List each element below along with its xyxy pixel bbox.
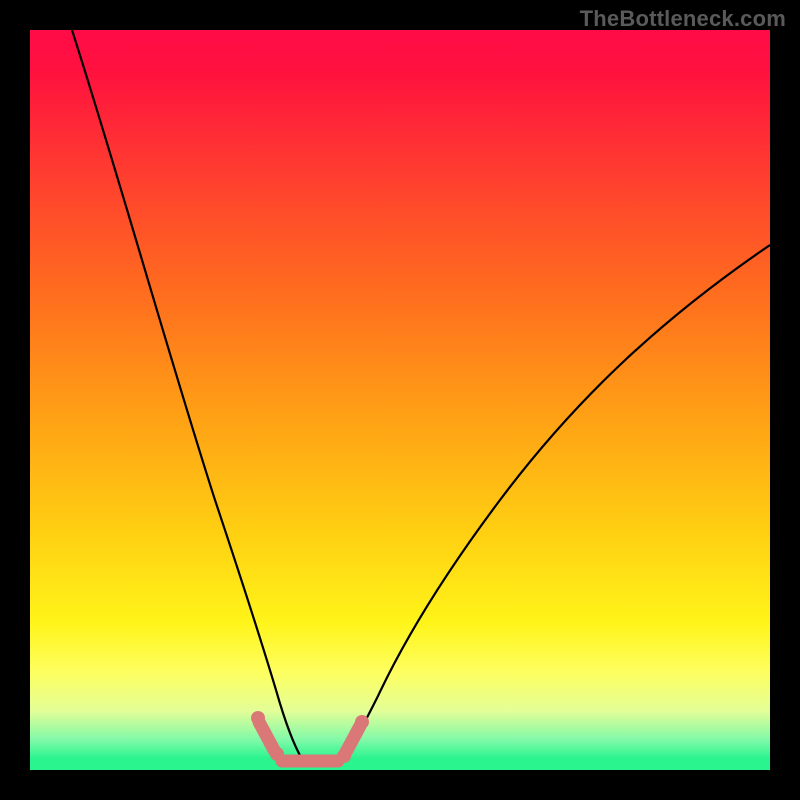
right-curve-line	[340, 245, 770, 765]
trough-left-marker	[259, 722, 274, 750]
chart-plot-area	[30, 30, 770, 770]
trough-left-dot-2	[270, 747, 284, 761]
watermark-text: TheBottleneck.com	[580, 6, 786, 32]
trough-right-dot-2	[355, 715, 369, 729]
trough-right-marker	[346, 726, 360, 752]
left-curve-line	[72, 30, 308, 765]
trough-right-dot-1	[337, 749, 351, 763]
chart-svg	[30, 30, 770, 770]
trough-left-dot-1	[251, 711, 265, 725]
